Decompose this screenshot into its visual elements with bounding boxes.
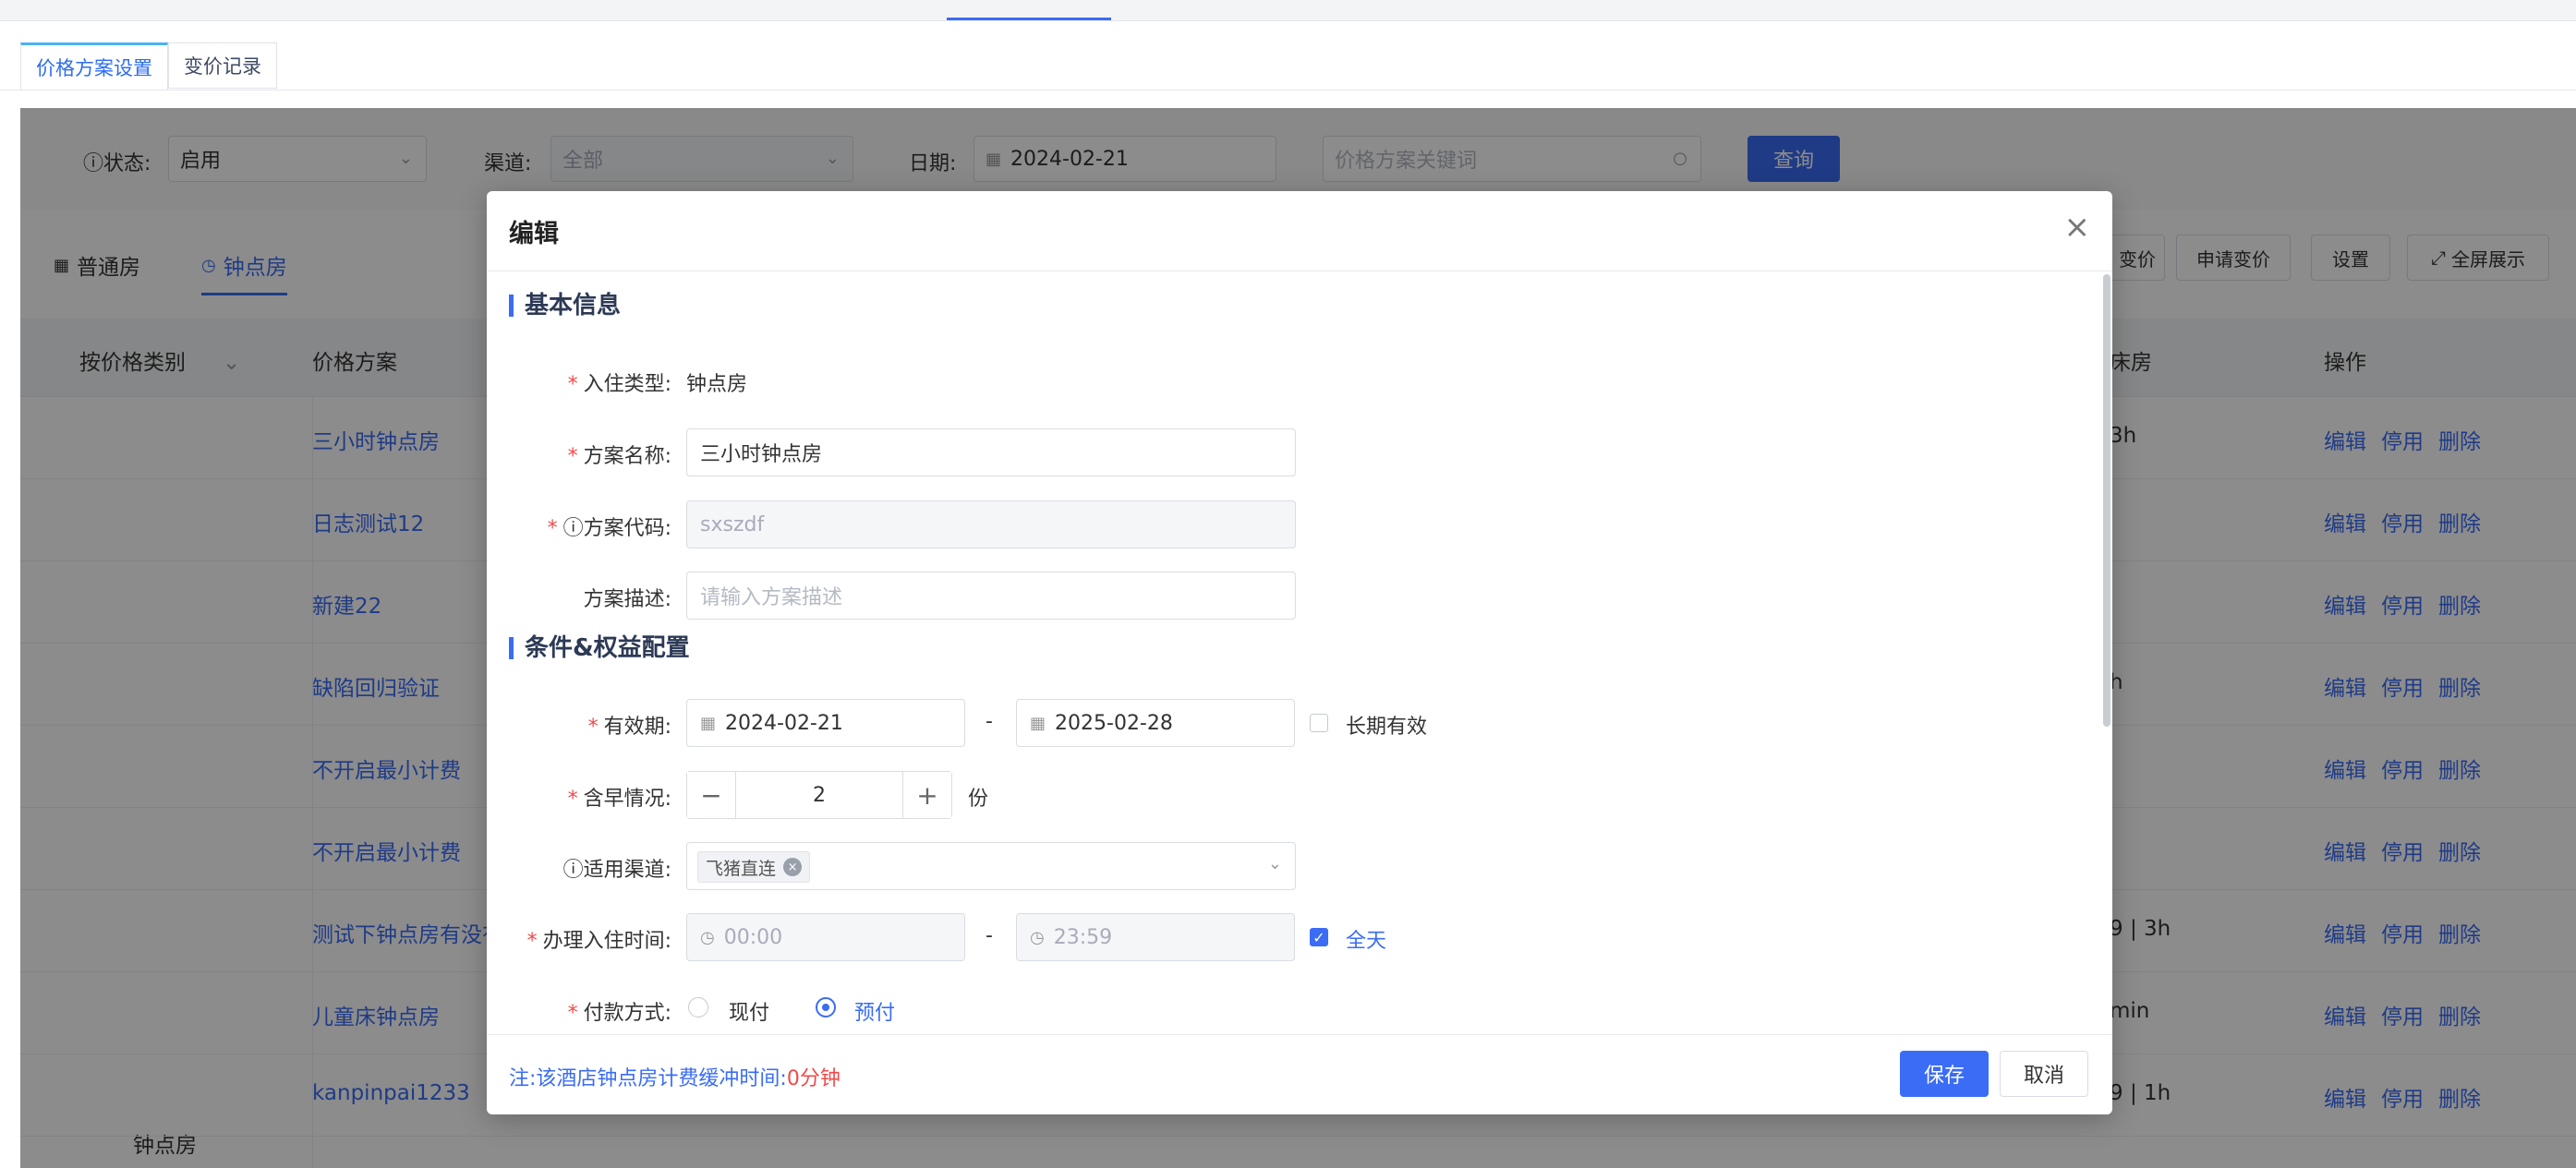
- long-term-label: 长期有效: [1346, 716, 1428, 739]
- plus-icon[interactable]: +: [903, 772, 951, 818]
- calendar-icon: ▦: [1030, 713, 1046, 733]
- time-range-separator: -: [986, 924, 993, 947]
- help-icon: ⓘ: [562, 517, 584, 540]
- dialog-scrollbar[interactable]: [2103, 274, 2110, 727]
- close-icon[interactable]: ×: [2064, 211, 2091, 243]
- page-tabs: 价格方案设置 变价记录: [20, 42, 277, 90]
- long-term-checkbox[interactable]: [1310, 714, 1328, 732]
- clock-icon: ◷: [1030, 927, 1045, 947]
- checkin-type-label: * 入住类型:: [567, 373, 671, 396]
- dialog-footer-divider: [487, 1034, 2112, 1035]
- tab-price-change-records[interactable]: 变价记录: [168, 42, 277, 89]
- plan-code-input[interactable]: sxszdf: [686, 500, 1296, 548]
- section-basic-info: 基本信息: [509, 294, 621, 318]
- plan-code-label: * ⓘ方案代码:: [547, 517, 671, 540]
- valid-start-date[interactable]: ▦ 2024-02-21: [686, 699, 965, 747]
- cancel-button[interactable]: 取消: [2000, 1051, 2088, 1097]
- valid-end-date[interactable]: ▦ 2025-02-28: [1016, 699, 1295, 747]
- save-button[interactable]: 保存: [1900, 1051, 1989, 1097]
- all-day-label: 全天: [1346, 930, 1387, 953]
- buffer-time-note: 注:该酒店钟点房计费缓冲时间:0分钟: [509, 1067, 841, 1090]
- calendar-icon: ▦: [700, 713, 717, 733]
- dialog-title: 编辑: [509, 220, 559, 248]
- top-nav-bar: [0, 0, 2576, 21]
- section-conditions: 条件&权益配置: [509, 636, 690, 660]
- checkin-type-value: 钟点房: [686, 373, 748, 396]
- clock-icon: ◷: [700, 927, 715, 947]
- all-day-checkbox[interactable]: ✓: [1310, 928, 1328, 946]
- date-range-separator: -: [986, 710, 993, 733]
- channel-tag: 飞猪直连 ×: [697, 851, 811, 883]
- checkin-time-label: * 办理入住时间:: [526, 930, 671, 953]
- remove-tag-icon[interactable]: ×: [783, 858, 803, 876]
- breakfast-value[interactable]: 2: [735, 772, 903, 818]
- plan-name-label: * 方案名称:: [567, 445, 671, 468]
- valid-period-label: * 有效期:: [587, 716, 671, 739]
- breakfast-stepper[interactable]: − 2 +: [686, 771, 952, 819]
- help-icon: ⓘ: [562, 859, 584, 882]
- top-nav-active-indicator: [947, 18, 1111, 20]
- dialog-body: 基本信息 * 入住类型: 钟点房 * 方案名称: 三小时钟点房 * ⓘ方案代码: sx…: [487, 271, 2112, 1042]
- checkin-start-time[interactable]: ◷ 00:00: [686, 913, 965, 961]
- breakfast-unit: 份: [968, 788, 989, 811]
- pay-now-label: 现付: [729, 1002, 770, 1025]
- channel-label: ⓘ适用渠道:: [562, 859, 671, 882]
- checkin-end-time[interactable]: ◷ 23:59: [1016, 913, 1295, 961]
- plan-name-input[interactable]: 三小时钟点房: [686, 428, 1296, 476]
- tab-price-plan-settings[interactable]: 价格方案设置: [20, 42, 168, 90]
- prepay-radio[interactable]: [816, 997, 836, 1017]
- pay-now-radio[interactable]: [688, 997, 708, 1017]
- plan-desc-input[interactable]: 请输入方案描述: [686, 572, 1296, 620]
- payment-label: * 付款方式:: [567, 1002, 671, 1025]
- breakfast-label: * 含早情况:: [567, 788, 671, 811]
- chevron-down-icon: ⌄: [1267, 854, 1282, 873]
- check-icon: ✓: [1312, 928, 1325, 946]
- prepay-label: 预付: [854, 1002, 896, 1025]
- edit-dialog: 编辑 × 基本信息 * 入住类型: 钟点房 * 方案名称: 三小时钟点房 * ⓘ方案代…: [487, 191, 2112, 1114]
- plan-desc-label: 方案描述:: [583, 588, 671, 611]
- minus-icon[interactable]: −: [687, 772, 735, 818]
